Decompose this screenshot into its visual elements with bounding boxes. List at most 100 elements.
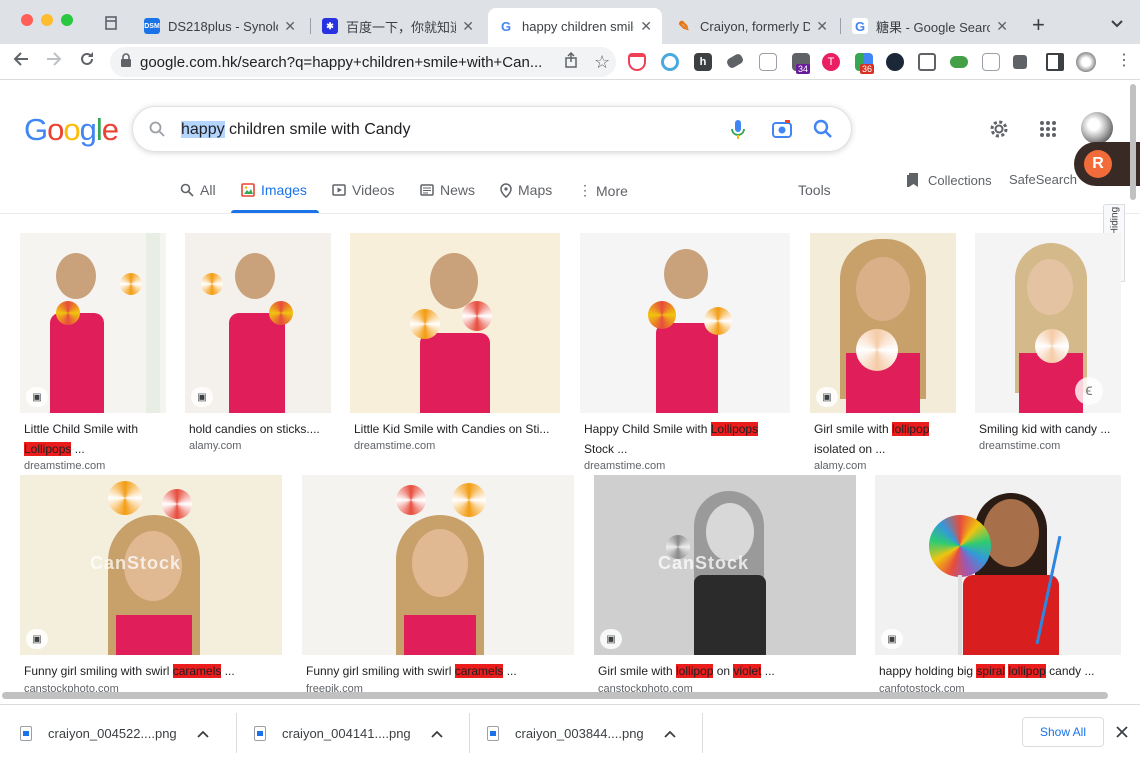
- result-source[interactable]: dreamstime.com: [979, 440, 1060, 452]
- result-title[interactable]: happy holding big spiral lollipop candy …: [879, 661, 1121, 681]
- image-result-1[interactable]: ▣ Little Child Smile with Lollipops ... …: [20, 233, 166, 473]
- close-tab-icon[interactable]: ✕: [996, 18, 1008, 35]
- search-box[interactable]: happy children smile with Candy: [132, 106, 852, 152]
- close-window-button[interactable]: [21, 14, 33, 26]
- close-tab-icon[interactable]: ✕: [284, 18, 296, 35]
- result-source[interactable]: dreamstime.com: [584, 460, 665, 472]
- result-title[interactable]: Funny girl smiling with swirl caramels .…: [24, 661, 282, 681]
- tools-button[interactable]: Tools: [798, 182, 831, 198]
- close-tab-icon[interactable]: ✕: [462, 18, 474, 35]
- search-input[interactable]: happy children smile with Candy: [181, 119, 410, 141]
- star-bookmark-icon[interactable]: ☆: [594, 52, 610, 73]
- address-bar[interactable]: google.com.hk/search?q=happy+children+sm…: [110, 47, 616, 77]
- result-source[interactable]: alamy.com: [189, 440, 241, 452]
- download-item-2[interactable]: craiyon_004141....png: [254, 705, 468, 761]
- result-source[interactable]: dreamstime.com: [354, 440, 435, 452]
- show-all-downloads-button[interactable]: Show All: [1022, 717, 1104, 747]
- result-title[interactable]: Girl smile with lollipop on violet ...: [598, 661, 856, 681]
- collections-button[interactable]: Collections: [906, 172, 992, 188]
- google-logo[interactable]: Google: [24, 112, 119, 148]
- pocket-extension-icon[interactable]: [628, 53, 646, 71]
- result-title[interactable]: Little Kid Smile with Candies on Sti...: [354, 419, 560, 439]
- account-avatar[interactable]: [1081, 112, 1113, 144]
- close-tab-icon[interactable]: ✕: [640, 18, 652, 35]
- result-title[interactable]: Funny girl smiling with swirl caramels .…: [306, 661, 574, 681]
- tab-craiyon[interactable]: ✎ Craiyon, formerly DA ✕: [666, 8, 838, 44]
- h-extension-icon[interactable]: h: [694, 53, 712, 71]
- steam-extension-icon[interactable]: [886, 53, 904, 71]
- search-submit-icon[interactable]: [813, 119, 833, 144]
- close-tab-icon[interactable]: ✕: [816, 18, 828, 35]
- tab-news[interactable]: News: [420, 182, 475, 198]
- image-result-5[interactable]: ▣ Girl smile with lollipop isolated on .…: [810, 233, 956, 473]
- tab-synology[interactable]: DSM DS218plus - Synolo ✕: [134, 8, 306, 44]
- tab-google-candy[interactable]: G 糖果 - Google Search ✕: [842, 8, 1018, 44]
- zoom-window-button[interactable]: [61, 14, 73, 26]
- forward-arrow-icon[interactable]: [45, 50, 63, 73]
- reload-icon[interactable]: [78, 50, 96, 73]
- result-thumbnail[interactable]: ▣: [810, 233, 956, 413]
- microphone-icon[interactable]: [731, 119, 745, 146]
- camera-lens-icon[interactable]: [771, 119, 793, 144]
- image-result-2[interactable]: ▣ hold candies on sticks.... alamy.com: [185, 233, 331, 473]
- result-source[interactable]: alamy.com: [814, 460, 866, 472]
- result-thumbnail[interactable]: [350, 233, 560, 413]
- bookmark-icon[interactable]: [104, 16, 118, 30]
- new-tab-button[interactable]: +: [1032, 12, 1045, 38]
- tab-more[interactable]: ⋮ More: [578, 182, 628, 199]
- tab-search-chevron-icon[interactable]: [1110, 16, 1124, 34]
- image-result-6[interactable]: ϵ Smiling kid with candy ... dreamstime.…: [975, 233, 1121, 473]
- tab-images[interactable]: Images: [241, 182, 307, 198]
- result-title[interactable]: hold candies on sticks....: [189, 419, 331, 439]
- result-title[interactable]: Happy Child Smile with Lollipops Stock .…: [584, 419, 790, 459]
- reader-extension-icon[interactable]: [918, 53, 936, 71]
- image-result-7[interactable]: CanStock ▣ Funny girl smiling with swirl…: [20, 475, 282, 695]
- circle-extension-icon[interactable]: [661, 53, 679, 71]
- result-thumbnail[interactable]: ▣: [185, 233, 331, 413]
- close-downloads-icon[interactable]: [1116, 725, 1128, 743]
- download-item-3[interactable]: craiyon_003844....png: [487, 705, 701, 761]
- image-result-8[interactable]: Funny girl smiling with swirl caramels .…: [302, 475, 574, 695]
- back-arrow-icon[interactable]: [12, 50, 30, 73]
- document-extension-icon[interactable]: [982, 53, 1000, 71]
- tab-maps[interactable]: Maps: [500, 182, 552, 198]
- image-result-9[interactable]: CanStock ▣ Girl smile with lollipop on v…: [594, 475, 856, 695]
- tab-all[interactable]: All: [180, 182, 216, 198]
- profile-avatar-icon[interactable]: [1076, 52, 1096, 72]
- chevron-up-icon[interactable]: [664, 726, 676, 741]
- result-source[interactable]: dreamstime.com: [24, 460, 105, 472]
- result-title[interactable]: Little Child Smile with Lollipops ...: [24, 419, 166, 459]
- cloud-extension-icon[interactable]: [950, 56, 968, 68]
- side-panel-icon[interactable]: [1046, 53, 1064, 71]
- result-thumbnail[interactable]: [580, 233, 790, 413]
- result-thumbnail[interactable]: [302, 475, 574, 655]
- horizontal-scrollbar[interactable]: [2, 692, 1108, 699]
- copy-extension-icon[interactable]: [759, 53, 777, 71]
- tab-baidu[interactable]: ✱ 百度一下，你就知道 ✕: [312, 8, 484, 44]
- result-thumbnail[interactable]: ϵ: [975, 233, 1121, 413]
- browser-menu-icon[interactable]: ⋮: [1116, 52, 1132, 70]
- tab-videos[interactable]: Videos: [332, 182, 395, 198]
- vertical-scrollbar[interactable]: [1130, 84, 1136, 200]
- image-result-10[interactable]: ▣ happy holding big spiral lollipop cand…: [875, 475, 1121, 695]
- result-thumbnail[interactable]: ▣: [875, 475, 1121, 655]
- tab-google-images-active[interactable]: G happy children smile ✕: [488, 8, 662, 44]
- chevron-up-icon[interactable]: [197, 726, 209, 741]
- result-thumbnail[interactable]: CanStock ▣: [594, 475, 856, 655]
- result-title[interactable]: Smiling kid with candy ...: [979, 419, 1121, 439]
- eraser-extension-icon[interactable]: [725, 52, 745, 70]
- share-icon[interactable]: [564, 51, 578, 72]
- red-t-extension-icon[interactable]: T: [822, 53, 840, 71]
- minimize-window-button[interactable]: [41, 14, 53, 26]
- result-thumbnail[interactable]: CanStock ▣: [20, 475, 282, 655]
- image-result-3[interactable]: Little Kid Smile with Candies on Sti... …: [350, 233, 560, 473]
- image-result-4[interactable]: Happy Child Smile with Lollipops Stock .…: [580, 233, 790, 473]
- result-title[interactable]: Girl smile with lollipop isolated on ...: [814, 419, 956, 459]
- safesearch-button[interactable]: SafeSearch: [1009, 172, 1077, 187]
- result-thumbnail[interactable]: ▣: [20, 233, 166, 413]
- download-item-1[interactable]: craiyon_004522....png: [20, 705, 234, 761]
- apps-grid-icon[interactable]: [1039, 120, 1057, 143]
- puzzle-extensions-icon[interactable]: [1013, 55, 1027, 69]
- settings-gear-icon[interactable]: [987, 117, 1011, 146]
- chevron-up-icon[interactable]: [431, 726, 443, 741]
